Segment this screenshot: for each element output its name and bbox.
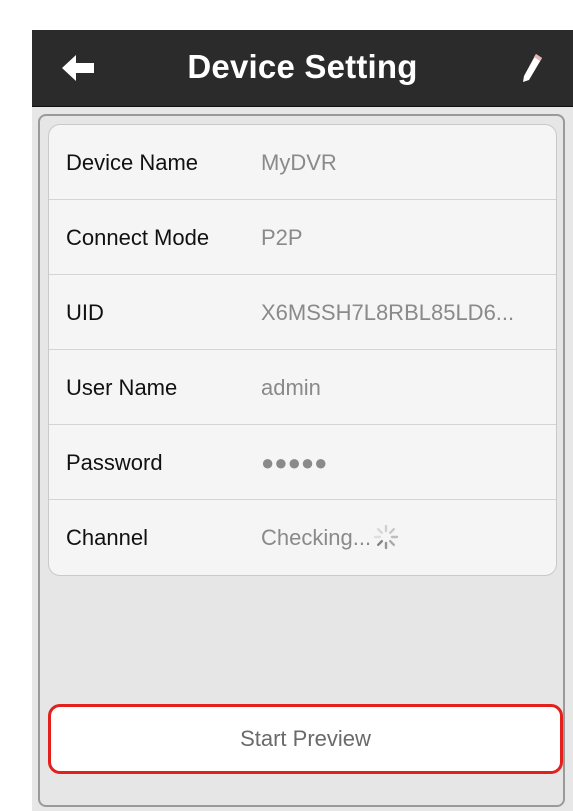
device-name-label: Device Name bbox=[66, 150, 199, 175]
password-row[interactable]: Password ●●●●● bbox=[49, 425, 556, 500]
user-name-value: admin bbox=[261, 375, 321, 400]
uid-row[interactable]: UID X6MSSH7L8RBL85LD6... bbox=[49, 275, 556, 350]
user-name-label: User Name bbox=[66, 375, 178, 400]
device-setting-screen: Device Setting Device Name MyDVR Connect… bbox=[32, 30, 573, 811]
device-name-value: MyDVR bbox=[261, 150, 337, 175]
channel-status: Checking... bbox=[261, 525, 399, 551]
connect-mode-value: P2P bbox=[261, 225, 303, 250]
password-label: Password bbox=[66, 450, 163, 475]
channel-row[interactable]: Channel Checking... bbox=[49, 500, 556, 575]
start-preview-button[interactable]: Start Preview bbox=[48, 704, 563, 774]
channel-label: Channel bbox=[66, 525, 148, 550]
page-title: Device Setting bbox=[187, 48, 418, 85]
navigation-bar: Device Setting bbox=[32, 30, 573, 107]
loading-spinner-icon bbox=[373, 525, 399, 550]
password-value: ●●●●● bbox=[261, 450, 328, 475]
pencil-icon bbox=[523, 54, 542, 82]
edit-button[interactable] bbox=[519, 50, 545, 86]
device-name-row[interactable]: Device Name MyDVR bbox=[49, 125, 556, 200]
connect-mode-row[interactable]: Connect Mode P2P bbox=[49, 200, 556, 275]
connect-mode-label: Connect Mode bbox=[66, 225, 210, 250]
channel-value: Checking... bbox=[261, 525, 372, 550]
user-name-row[interactable]: User Name admin bbox=[49, 350, 556, 425]
uid-value: X6MSSH7L8RBL85LD6... bbox=[261, 300, 515, 325]
uid-label: UID bbox=[66, 300, 104, 325]
settings-list: Device Name MyDVR Connect Mode P2P UID X… bbox=[48, 124, 557, 576]
